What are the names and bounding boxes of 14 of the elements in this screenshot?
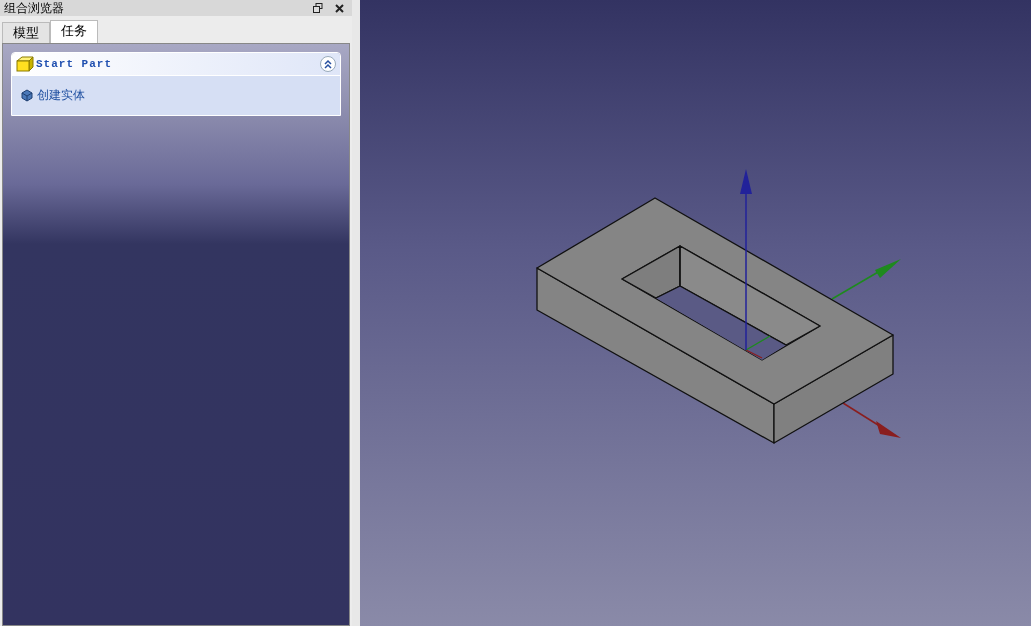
y-axis-arrow	[831, 259, 901, 300]
task-box-title: Start Part	[36, 58, 113, 70]
create-body-link[interactable]: 创建实体	[37, 87, 85, 104]
chevron-icon	[323, 59, 333, 69]
tab[interactable]: 任务	[50, 20, 98, 43]
solid-icon	[20, 89, 33, 102]
tab[interactable]: 模型	[2, 22, 50, 43]
float-icon[interactable]	[313, 3, 323, 13]
close-icon[interactable]	[335, 3, 344, 13]
x-axis-arrow	[842, 402, 901, 438]
cube-icon	[16, 56, 34, 72]
splitter-handle[interactable]	[352, 0, 360, 626]
panel-title: 组合浏览器	[4, 0, 64, 17]
collapse-button[interactable]	[320, 56, 336, 72]
